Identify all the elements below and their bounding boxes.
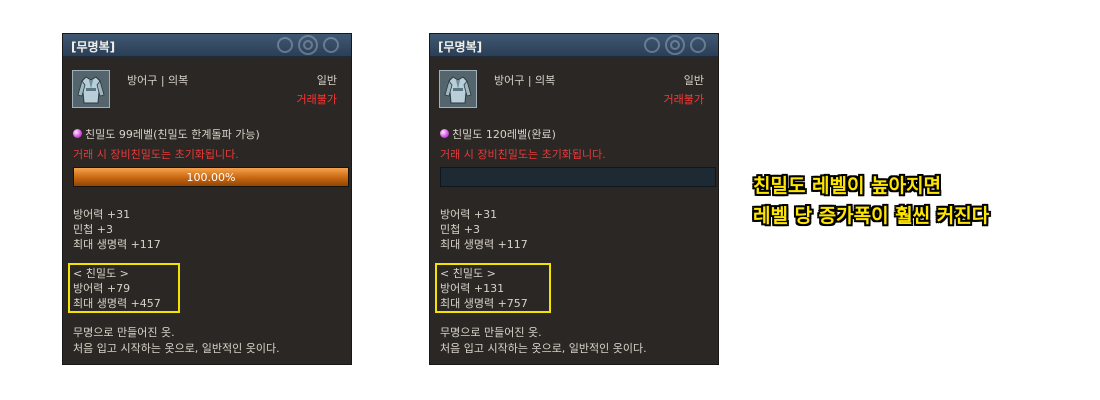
stat-agility: 민첩 +3 [440, 223, 480, 236]
trade-status: 거래불가 [296, 93, 337, 106]
affinity-level: 친밀도 120레벨(완료) [452, 128, 556, 141]
pink-gem-icon [73, 129, 82, 138]
item-grade: 일반 [316, 74, 337, 87]
item-description-line: 무명으로 만들어진 옷. [73, 326, 175, 339]
item-description-line: 무명으로 만들어진 옷. [440, 326, 542, 339]
swirl-decoration-icon [277, 35, 339, 55]
trade-warning: 거래 시 장비친밀도는 초기화됩니다. [440, 148, 606, 161]
affinity-bonus-header: < 친밀도 > [73, 267, 129, 280]
item-category: 방어구 | 의복 [127, 74, 189, 87]
affinity-bonus-defense: 방어력 +79 [73, 282, 131, 295]
stat-defense: 방어력 +31 [73, 208, 131, 221]
affinity-progress-bar: 100.00% [73, 167, 349, 187]
item-description-line: 처음 입고 시작하는 옷으로, 일반적인 옷이다. [73, 342, 280, 355]
robe-item-icon [439, 70, 477, 108]
swirl-decoration-icon [644, 35, 706, 55]
trade-status: 거래불가 [663, 93, 704, 106]
pink-gem-icon [440, 129, 449, 138]
affinity-bonus-header: < 친밀도 > [440, 267, 496, 280]
item-category: 방어구 | 의복 [494, 74, 556, 87]
progress-percent: 100.00% [186, 171, 236, 184]
item-description-line: 처음 입고 시작하는 옷으로, 일반적인 옷이다. [440, 342, 647, 355]
item-grade: 일반 [683, 74, 704, 87]
affinity-bonus-max-hp: 최대 생명력 +757 [440, 297, 528, 310]
tooltip-titlebar: [무명복] [63, 34, 351, 57]
stat-max-hp: 최대 생명력 +117 [73, 238, 161, 251]
affinity-bonus-defense: 방어력 +131 [440, 282, 505, 295]
item-tooltip-right: [무명복] 방어구 | 의복 일반 거래불가 친밀도 120레벨(완료) 거래 … [429, 33, 719, 365]
stat-max-hp: 최대 생명력 +117 [440, 238, 528, 251]
caption-line-2: 레벨 당 증가폭이 훨씬 커진다 [753, 205, 990, 227]
affinity-bonus-max-hp: 최대 생명력 +457 [73, 297, 161, 310]
stat-defense: 방어력 +31 [440, 208, 498, 221]
item-name: [무명복] [438, 40, 483, 54]
trade-warning: 거래 시 장비친밀도는 초기화됩니다. [73, 148, 239, 161]
caption-line-1: 친밀도 레벨이 높아지면 [753, 175, 942, 197]
item-name: [무명복] [71, 40, 116, 54]
affinity-progress-bar [440, 167, 716, 187]
affinity-level: 친밀도 99레벨(친밀도 한계돌파 가능) [85, 128, 260, 141]
stat-agility: 민첩 +3 [73, 223, 113, 236]
item-tooltip-left: [무명복] 방어구 | 의복 일반 거래불가 친밀도 99레벨(친밀도 한계돌파… [62, 33, 352, 365]
tooltip-titlebar: [무명복] [430, 34, 718, 57]
robe-item-icon [72, 70, 110, 108]
